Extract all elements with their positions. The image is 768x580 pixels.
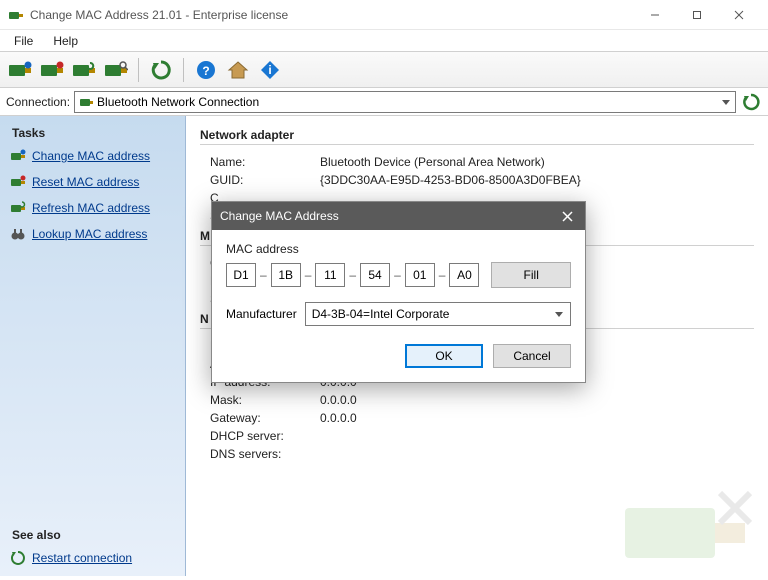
adapter-header: Network adapter — [200, 128, 754, 145]
mac-separator: – — [349, 268, 356, 282]
mac-octet-4[interactable] — [360, 263, 390, 287]
mac-separator: – — [394, 268, 401, 282]
guid-label: GUID: — [200, 173, 320, 187]
dialog-close-button[interactable] — [557, 206, 577, 226]
minimize-button[interactable] — [634, 1, 676, 29]
task-refresh-mac[interactable]: Refresh MAC address — [8, 198, 177, 218]
toolbar-about-button[interactable]: i — [256, 56, 284, 84]
fill-button[interactable]: Fill — [491, 262, 571, 288]
task-label: Reset MAC address — [32, 175, 139, 189]
chevron-down-icon — [554, 309, 564, 319]
toolbar-separator — [138, 58, 139, 82]
background-decoration — [620, 488, 760, 568]
name-label: Name: — [200, 155, 320, 169]
connection-label: Connection: — [6, 95, 70, 109]
mask-label: Mask: — [200, 393, 320, 407]
mac-separator: – — [439, 268, 446, 282]
ok-button[interactable]: OK — [405, 344, 483, 368]
gateway-value: 0.0.0.0 — [320, 411, 357, 425]
task-label: Change MAC address — [32, 149, 150, 163]
guid-value: {3DDC30AA-E95D-4253-BD06-8500A3D0FBEA} — [320, 173, 581, 187]
mac-separator: – — [260, 268, 267, 282]
close-button[interactable] — [718, 1, 760, 29]
svg-text:?: ? — [202, 64, 209, 78]
chevron-down-icon — [721, 97, 731, 107]
see-also-restart[interactable]: Restart connection — [8, 548, 177, 568]
change-mac-dialog: Change MAC Address MAC address – – – – –… — [211, 201, 586, 383]
nic-edit-icon — [10, 148, 26, 164]
svg-text:i: i — [268, 63, 271, 77]
toolbar-change-mac-button[interactable] — [6, 56, 34, 84]
mac-address-label: MAC address — [226, 242, 571, 256]
sidebar: Tasks Change MAC address Reset MAC addre… — [0, 116, 186, 576]
name-value: Bluetooth Device (Personal Area Network) — [320, 155, 545, 169]
mac-octet-3[interactable] — [315, 263, 345, 287]
task-lookup-mac[interactable]: Lookup MAC address — [8, 224, 177, 244]
dhcpserver-label: DHCP server: — [200, 429, 320, 443]
toolbar-lookup-mac-button[interactable] — [102, 56, 130, 84]
task-reset-mac[interactable]: Reset MAC address — [8, 172, 177, 192]
window-title: Change MAC Address 21.01 - Enterprise li… — [30, 8, 634, 22]
titlebar: Change MAC Address 21.01 - Enterprise li… — [0, 0, 768, 30]
dialog-title: Change MAC Address — [220, 209, 339, 223]
dialog-titlebar: Change MAC Address — [212, 202, 585, 230]
mask-value: 0.0.0.0 — [320, 393, 357, 407]
task-label: Refresh MAC address — [32, 201, 150, 215]
window-controls — [634, 1, 760, 29]
menu-help[interactable]: Help — [45, 32, 86, 50]
connection-select[interactable]: Bluetooth Network Connection — [74, 91, 736, 113]
toolbar-reset-mac-button[interactable] — [38, 56, 66, 84]
toolbar-refresh-mac-button[interactable] — [70, 56, 98, 84]
mac-octet-5[interactable] — [405, 263, 435, 287]
mac-octet-6[interactable] — [449, 263, 479, 287]
tasks-header: Tasks — [12, 126, 177, 140]
connection-bar: Connection: Bluetooth Network Connection — [0, 88, 768, 116]
see-also-label: Restart connection — [32, 551, 132, 565]
toolbar: ? i — [0, 52, 768, 88]
gateway-label: Gateway: — [200, 411, 320, 425]
nic-refresh-icon — [10, 200, 26, 216]
toolbar-help-button[interactable]: ? — [192, 56, 220, 84]
cancel-button[interactable]: Cancel — [493, 344, 571, 368]
menu-file[interactable]: File — [6, 32, 41, 50]
manufacturer-value: D4-3B-04=Intel Corporate — [312, 307, 450, 321]
bluetooth-icon — [79, 95, 93, 109]
restart-icon — [10, 550, 26, 566]
nic-reset-icon — [10, 174, 26, 190]
toolbar-separator — [183, 58, 184, 82]
toolbar-restart-button[interactable] — [147, 56, 175, 84]
task-change-mac[interactable]: Change MAC address — [8, 146, 177, 166]
dns-label: DNS servers: — [200, 447, 320, 461]
mac-octet-2[interactable] — [271, 263, 301, 287]
binoculars-icon — [10, 226, 26, 242]
connection-value: Bluetooth Network Connection — [97, 95, 259, 109]
connection-refresh-button[interactable] — [740, 91, 762, 113]
see-also-header: See also — [12, 528, 177, 542]
toolbar-home-button[interactable] — [224, 56, 252, 84]
menubar: File Help — [0, 30, 768, 52]
mac-separator: – — [305, 268, 312, 282]
mac-octet-1[interactable] — [226, 263, 256, 287]
manufacturer-label: Manufacturer — [226, 307, 297, 321]
app-icon — [8, 7, 24, 23]
task-label: Lookup MAC address — [32, 227, 147, 241]
manufacturer-select[interactable]: D4-3B-04=Intel Corporate — [305, 302, 571, 326]
maximize-button[interactable] — [676, 1, 718, 29]
